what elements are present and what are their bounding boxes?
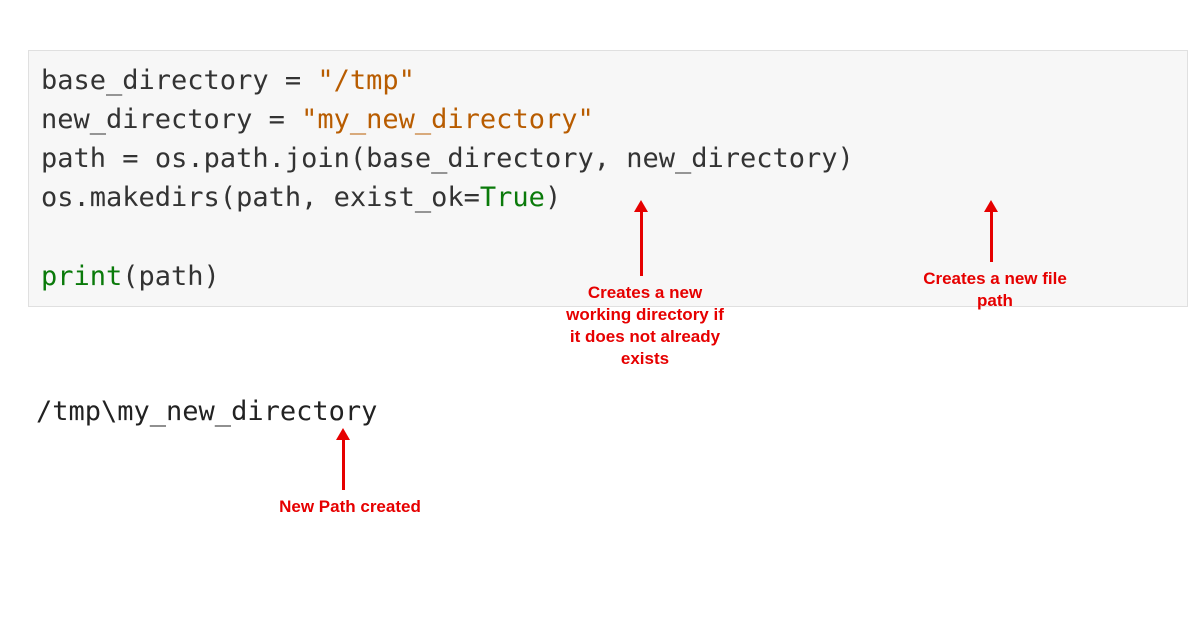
call-prefix: os.makedirs(path, exist_ok bbox=[41, 182, 464, 213]
string-open-quote: " bbox=[317, 65, 333, 96]
arrow-icon bbox=[640, 210, 643, 276]
expression: os.path.join(base_directory, new_directo… bbox=[155, 143, 854, 174]
code-line-2: new_directory = "my_new_directory" bbox=[41, 100, 1175, 139]
function-name: print bbox=[41, 261, 122, 292]
output-text: /tmp\my_new_directory bbox=[36, 396, 377, 427]
arrow-icon bbox=[342, 438, 345, 490]
equals-op: = bbox=[464, 182, 480, 213]
close-paren: ) bbox=[545, 182, 561, 213]
blank-line bbox=[41, 218, 1175, 257]
keyword-true: True bbox=[480, 182, 545, 213]
arrow-icon bbox=[990, 210, 993, 262]
equals-op: = bbox=[252, 104, 301, 135]
string-close-quote: " bbox=[577, 104, 593, 135]
variable-name: new_directory bbox=[41, 104, 252, 135]
annotation-makedirs: Creates a new working directory if it do… bbox=[560, 282, 730, 370]
annotation-join: Creates a new file path bbox=[910, 268, 1080, 312]
code-line-4: os.makedirs(path, exist_ok=True) bbox=[41, 178, 1175, 217]
string-open-quote: " bbox=[301, 104, 317, 135]
code-line-1: base_directory = "/tmp" bbox=[41, 61, 1175, 100]
variable-name: path bbox=[41, 143, 106, 174]
equals-op: = bbox=[106, 143, 155, 174]
call-args: (path) bbox=[122, 261, 220, 292]
string-literal: /tmp bbox=[334, 65, 399, 96]
equals-op: = bbox=[269, 65, 318, 96]
code-line-3: path = os.path.join(base_directory, new_… bbox=[41, 139, 1175, 178]
annotation-result: New Path created bbox=[270, 496, 430, 518]
variable-name: base_directory bbox=[41, 65, 269, 96]
string-literal: my_new_directory bbox=[317, 104, 577, 135]
string-close-quote: " bbox=[399, 65, 415, 96]
